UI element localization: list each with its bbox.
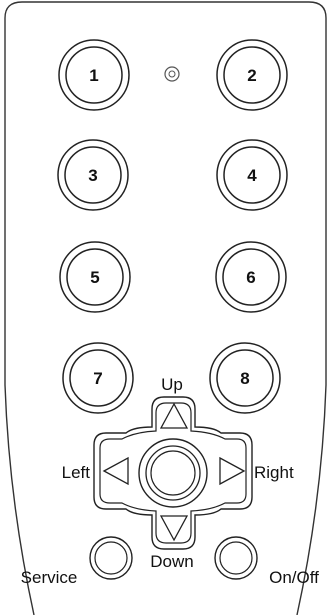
button-5[interactable]: 5 [59,241,131,313]
led-indicator-icon [164,66,180,82]
button-1-label: 1 [89,66,98,85]
remote-control: 1 2 3 4 5 6 7 8 Up Down Left Right Servi… [4,1,327,615]
button-1[interactable]: 1 [58,39,130,111]
onoff-button[interactable] [214,536,258,580]
button-3[interactable]: 3 [57,139,129,211]
service-button[interactable] [89,536,133,580]
dpad-left-label: Left [62,463,91,482]
dpad-right-label: Right [254,463,294,482]
button-4[interactable]: 4 [216,139,288,211]
button-5-label: 5 [90,268,99,287]
onoff-label: On/Off [269,568,319,587]
button-8-label: 8 [240,369,249,388]
button-4-label: 4 [247,166,257,185]
button-7-label: 7 [93,369,102,388]
dpad-down-label: Down [150,552,193,571]
button-6[interactable]: 6 [215,241,287,313]
button-6-label: 6 [246,268,255,287]
dpad-center-button[interactable] [138,438,208,508]
button-7[interactable]: 7 [62,342,134,414]
button-8[interactable]: 8 [209,342,281,414]
dpad [93,396,253,550]
button-3-label: 3 [88,166,97,185]
button-2[interactable]: 2 [216,39,288,111]
button-2-label: 2 [247,66,256,85]
service-label: Service [21,568,78,587]
dpad-up-label: Up [161,375,183,394]
